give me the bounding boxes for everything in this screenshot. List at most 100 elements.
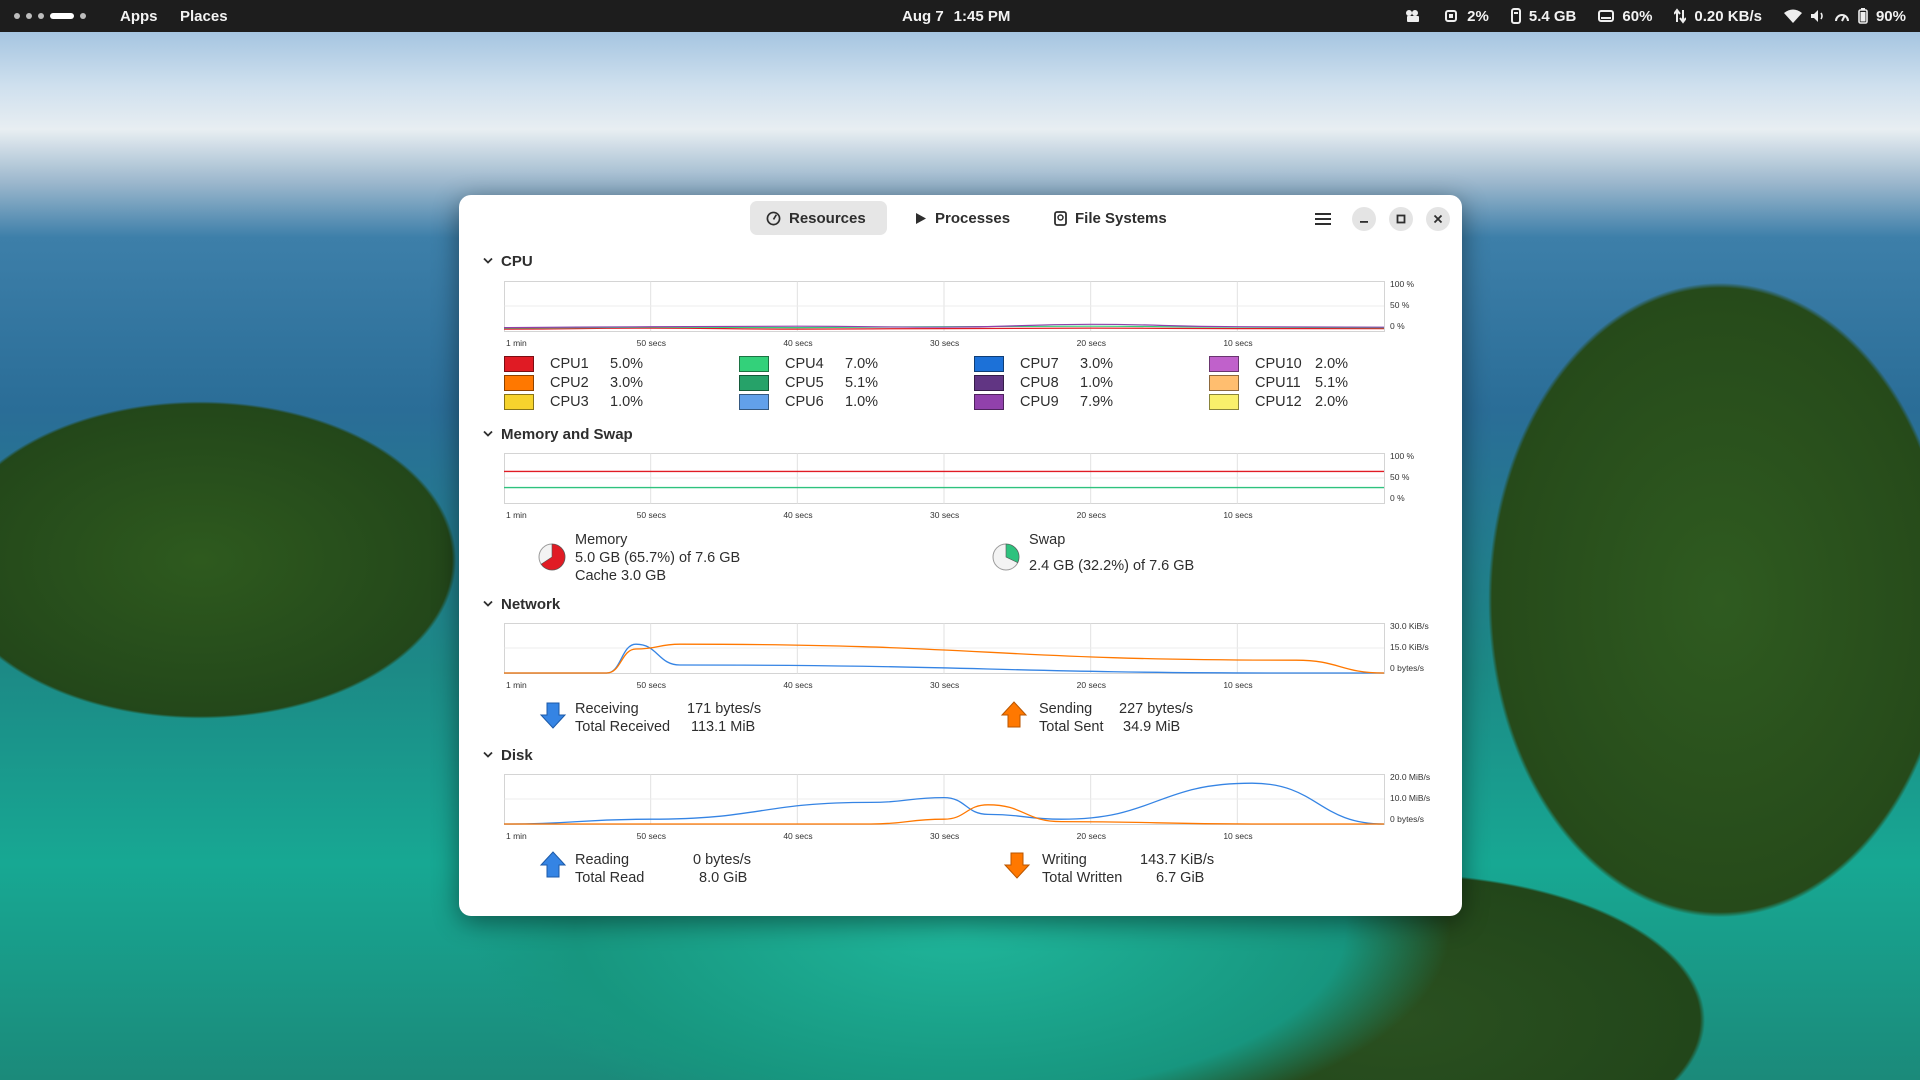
value-tick-label: 100 % <box>1390 453 1415 461</box>
time-tick-label: 50 secs <box>637 680 666 690</box>
writing-label: Writing <box>1042 852 1087 868</box>
cpu-legend-item[interactable]: CPU8 1.0% <box>974 374 1113 392</box>
wifi-icon[interactable] <box>1783 9 1802 23</box>
cpu-legend-item[interactable]: CPU2 3.0% <box>504 374 643 392</box>
cpu-color-swatch[interactable] <box>974 375 1004 391</box>
time-tick-label: 1 min <box>506 831 527 841</box>
memory-section-toggle[interactable]: Memory and Swap <box>483 424 633 444</box>
time-tick-label: 1 min <box>506 510 527 520</box>
cpu-legend-item[interactable]: CPU1 5.0% <box>504 355 643 373</box>
chevron-down-icon <box>483 600 493 607</box>
power-profile-icon[interactable] <box>1834 9 1850 23</box>
cpu-value: 2.0% <box>1315 394 1349 410</box>
swap-usage-text: 2.4 GB (32.2%) of 7.6 GB <box>1029 558 1195 574</box>
cpu-color-swatch[interactable] <box>504 394 534 410</box>
network-section-title: Network <box>501 595 561 613</box>
workspace-dot[interactable] <box>26 13 32 19</box>
workspace-indicator[interactable] <box>14 0 86 32</box>
cpu-color-swatch[interactable] <box>739 375 769 391</box>
value-tick-label: 0 % <box>1390 321 1405 331</box>
system-monitor-window: Resources Processes File Systems CPU 1 m… <box>459 195 1462 916</box>
status-area[interactable]: 2% 5.4 GB 60% 0.20 KB/s 90% <box>1405 0 1906 32</box>
cpu-color-swatch[interactable] <box>974 394 1004 410</box>
gauge-icon <box>766 211 781 225</box>
cpu-legend-item[interactable]: CPU7 3.0% <box>974 355 1113 373</box>
download-arrow-icon <box>539 702 567 729</box>
network-section-toggle[interactable]: Network <box>483 594 560 614</box>
tab-processes[interactable]: Processes <box>899 201 1026 235</box>
total-read-label: Total Read <box>575 870 645 886</box>
cpu-color-swatch[interactable] <box>1209 375 1239 391</box>
cpu-legend-item[interactable]: CPU11 5.1% <box>1209 374 1348 392</box>
cpu-legend-item[interactable]: CPU3 1.0% <box>504 393 643 411</box>
network-arrows-icon <box>1674 8 1687 24</box>
cpu-legend-item[interactable]: CPU4 7.0% <box>739 355 878 373</box>
cpu-color-swatch[interactable] <box>739 394 769 410</box>
network-history-graph: 1 min 50 secs 40 secs 30 secs 20 secs 10 secs… <box>504 623 1429 690</box>
time-tick-label: 40 secs <box>783 338 812 348</box>
time-tick-label: 1 min <box>506 338 527 348</box>
time-tick-label: 20 secs <box>1077 510 1106 520</box>
cpu-legend-item[interactable]: CPU6 1.0% <box>739 393 878 411</box>
memory-pie-chart <box>538 543 566 571</box>
cpu-value: 3.0% <box>1080 356 1114 372</box>
reading-info: Reading Total Read 0 bytes/s 8.0 GiB <box>575 851 751 887</box>
apps-menu[interactable]: Apps <box>120 0 158 32</box>
cpu-legend-item[interactable]: CPU5 5.1% <box>739 374 878 392</box>
header-bar: Resources Processes File Systems <box>459 195 1462 241</box>
cpu-color-swatch[interactable] <box>1209 356 1239 372</box>
cpu-color-swatch[interactable] <box>974 356 1004 372</box>
cpu-color-swatch[interactable] <box>504 375 534 391</box>
time-tick-label: 10 secs <box>1223 680 1252 690</box>
cpu-color-swatch[interactable] <box>504 356 534 372</box>
time-tick-label: 30 secs <box>930 510 959 520</box>
workspace-dot-active[interactable] <box>50 13 74 19</box>
total-read-value: 8.0 GiB <box>699 870 748 886</box>
cpu-value: 5.1% <box>1315 375 1349 391</box>
time-tick-label: 20 secs <box>1077 831 1106 841</box>
cpu-color-swatch[interactable] <box>1209 394 1239 410</box>
cpu-chip-icon <box>1443 8 1459 24</box>
battery-icon[interactable] <box>1858 8 1868 24</box>
cpu-name: CPU11 <box>1255 375 1301 391</box>
tab-file-systems[interactable]: File Systems <box>1038 201 1183 235</box>
value-tick-label: 10.0 MiB/s <box>1390 793 1430 803</box>
time-tick-label: 40 secs <box>783 831 812 841</box>
cpu-legend-item[interactable]: CPU12 2.0% <box>1209 393 1348 411</box>
clock[interactable]: Aug 7 1:45 PM <box>902 0 1010 32</box>
total-received-value: 113.1 MiB <box>691 719 756 735</box>
value-tick-label: 50 % <box>1390 472 1410 482</box>
workspace-dot[interactable] <box>38 13 44 19</box>
swap-label: Swap <box>1029 532 1066 548</box>
tab-resources[interactable]: Resources <box>750 201 887 235</box>
cpu-name: CPU5 <box>785 375 824 391</box>
cpu-value: 3.0% <box>610 375 644 391</box>
cpu-name: CPU4 <box>785 356 824 372</box>
minimize-icon <box>1360 221 1368 223</box>
cpu-color-swatch[interactable] <box>739 356 769 372</box>
disk-section-toggle[interactable]: Disk <box>483 745 533 765</box>
close-button[interactable] <box>1426 207 1450 231</box>
volume-icon[interactable] <box>1810 9 1826 23</box>
disk-read-arrow-icon <box>539 851 567 878</box>
places-menu[interactable]: Places <box>180 0 228 32</box>
maximize-button[interactable] <box>1389 207 1413 231</box>
cpu-value: 5.1% <box>845 375 879 391</box>
disk-icon <box>1598 9 1615 23</box>
main-menu-button[interactable] <box>1311 207 1335 231</box>
time-tick-label: 30 secs <box>930 831 959 841</box>
time-tick-label: 40 secs <box>783 510 812 520</box>
cpu-section-toggle[interactable]: CPU <box>483 251 533 271</box>
workspace-dot[interactable] <box>14 13 20 19</box>
cpu-legend-item[interactable]: CPU9 7.9% <box>974 393 1113 411</box>
workspace-dot[interactable] <box>80 13 86 19</box>
cpu-value: 7.0% <box>845 356 879 372</box>
memory-usage: 5.4 GB <box>1528 7 1577 25</box>
cpu-legend-item[interactable]: CPU10 2.0% <box>1209 355 1348 373</box>
network-speed: 0.20 KB/s <box>1694 7 1762 25</box>
clock-time: 1:45 PM <box>953 7 1011 25</box>
minimize-button[interactable] <box>1352 207 1376 231</box>
swap-info: Swap 2.4 GB (32.2%) of 7.6 GB <box>1029 531 1194 575</box>
time-tick-label: 30 secs <box>930 680 959 690</box>
value-tick-label: 0 bytes/s <box>1390 663 1424 673</box>
